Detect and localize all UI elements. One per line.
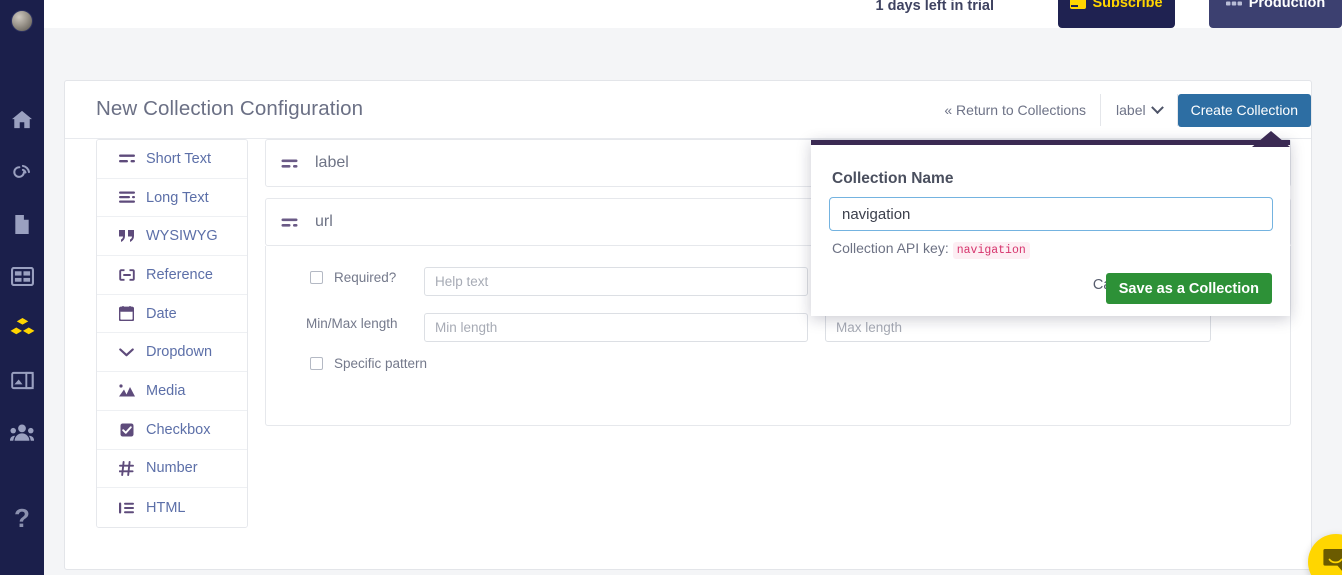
top-bar: 1 days left in trial Subscribe Productio… [44, 0, 1342, 28]
save-as-collection-button[interactable]: Save as a Collection [1105, 273, 1272, 304]
home-icon [11, 110, 33, 130]
production-env-button[interactable]: Production [1209, 0, 1342, 28]
short-text-icon [281, 158, 298, 169]
sidebar-item-users[interactable] [0, 406, 44, 458]
collection-select[interactable]: label [1101, 100, 1177, 118]
field-type-label: Dropdown [146, 344, 213, 361]
sidebar-item-media[interactable] [0, 354, 44, 406]
media-icon [118, 384, 135, 397]
collection-api-key-row: Collection API key: navigation [832, 240, 1030, 259]
credit-card-icon [1070, 0, 1087, 9]
page-icon [13, 214, 31, 235]
field-name: url [315, 213, 333, 230]
blog-icon [11, 162, 33, 183]
chevron-down-icon [1150, 100, 1164, 114]
server-icon [1225, 0, 1242, 12]
date-icon [118, 306, 135, 322]
chat-launcher-button[interactable] [1308, 534, 1342, 575]
collection-name-popover: Collection Name Collection API key:navig… [811, 140, 1290, 316]
field-type-number[interactable]: Number [97, 449, 247, 489]
popover-title: Collection Name [832, 170, 954, 187]
field-type-label: Short Text [146, 150, 212, 167]
media-icon [10, 370, 34, 391]
field-type-media[interactable]: Media [97, 372, 247, 411]
users-icon [10, 423, 34, 442]
field-type-label: Media [146, 382, 186, 399]
avatar[interactable] [11, 10, 33, 32]
field-type-label: Reference [146, 266, 213, 283]
help-text-input[interactable] [424, 267, 808, 296]
required-checkbox[interactable] [310, 271, 323, 284]
field-type-label: Long Text [146, 189, 209, 206]
specific-pattern-row: Specific pattern [310, 356, 427, 371]
field-type-reference[interactable]: Reference [97, 256, 247, 295]
field-name: label [315, 154, 349, 171]
sidebar-item-pages[interactable] [0, 198, 44, 250]
grid-icon [10, 266, 34, 286]
trial-status-text: 1 days left in trial [875, 0, 994, 14]
create-collection-button[interactable]: Create Collection [1177, 93, 1311, 127]
collection-name-input[interactable] [829, 197, 1273, 231]
collection-select-value: label [1116, 102, 1146, 118]
field-type-wysiwyg[interactable]: WYSIWYG [97, 217, 247, 257]
field-type-label: HTML [146, 499, 186, 516]
required-checkbox-row: Required? [310, 270, 396, 285]
field-type-short-text[interactable]: Short Text [97, 140, 247, 179]
min-length-input[interactable] [424, 313, 808, 342]
required-label: Required? [334, 270, 397, 285]
app-root: ? 1 days left in trial Subscribe Product… [0, 0, 1342, 575]
chat-bubble-icon [1322, 548, 1342, 575]
popover-arrow [1252, 131, 1290, 147]
field-type-checkbox[interactable]: Checkbox [97, 410, 247, 450]
sidebar-nav: ? [0, 94, 44, 544]
field-type-html[interactable]: HTML [97, 488, 247, 527]
field-type-label: Checkbox [146, 421, 211, 438]
field-type-dropdown[interactable]: Dropdown [97, 333, 247, 373]
checkbox-icon [118, 423, 135, 437]
sidebar-item-collections[interactable] [0, 302, 44, 354]
number-icon [118, 460, 135, 476]
help-icon: ? [14, 502, 30, 533]
short-text-icon [118, 153, 135, 164]
header-actions: « Return to Collections label Create Col… [944, 91, 1311, 129]
collections-icon [10, 317, 35, 340]
html-icon [118, 502, 135, 514]
minmax-length-label: Min/Max length [306, 316, 398, 331]
short-text-icon [281, 217, 298, 228]
dropdown-icon [118, 348, 135, 357]
long-text-icon [118, 191, 135, 204]
production-label: Production [1248, 0, 1326, 11]
sidebar-item-layouts[interactable] [0, 250, 44, 302]
subscribe-button[interactable]: Subscribe [1058, 0, 1175, 28]
reference-icon [118, 269, 135, 281]
page-title: New Collection Configuration [96, 97, 364, 120]
subscribe-label: Subscribe [1092, 0, 1163, 11]
sidebar-item-home[interactable] [0, 94, 44, 146]
minmax-label-row: Min/Max length [306, 316, 398, 331]
wysiwyg-icon [118, 230, 135, 243]
sidebar-item-help[interactable]: ? [0, 492, 44, 544]
collection-api-key-label: Collection API key: [832, 240, 949, 256]
left-sidebar: ? [0, 0, 44, 575]
field-type-date[interactable]: Date [97, 294, 247, 334]
card-header: New Collection Configuration « Return to… [65, 81, 1311, 139]
field-type-label: Date [146, 305, 177, 322]
specific-pattern-label: Specific pattern [334, 356, 428, 371]
return-to-collections-link[interactable]: « Return to Collections [944, 102, 1100, 118]
collection-api-key-value: navigation [952, 242, 1030, 259]
field-type-list: Short Text Long Text WYSIWYG Reference D… [96, 139, 248, 528]
field-type-long-text[interactable]: Long Text [97, 178, 247, 218]
sidebar-item-blog[interactable] [0, 146, 44, 198]
max-length-input[interactable] [825, 313, 1211, 342]
field-type-label: Number [146, 460, 198, 477]
specific-pattern-checkbox[interactable] [310, 357, 323, 370]
field-type-label: WYSIWYG [146, 228, 218, 245]
